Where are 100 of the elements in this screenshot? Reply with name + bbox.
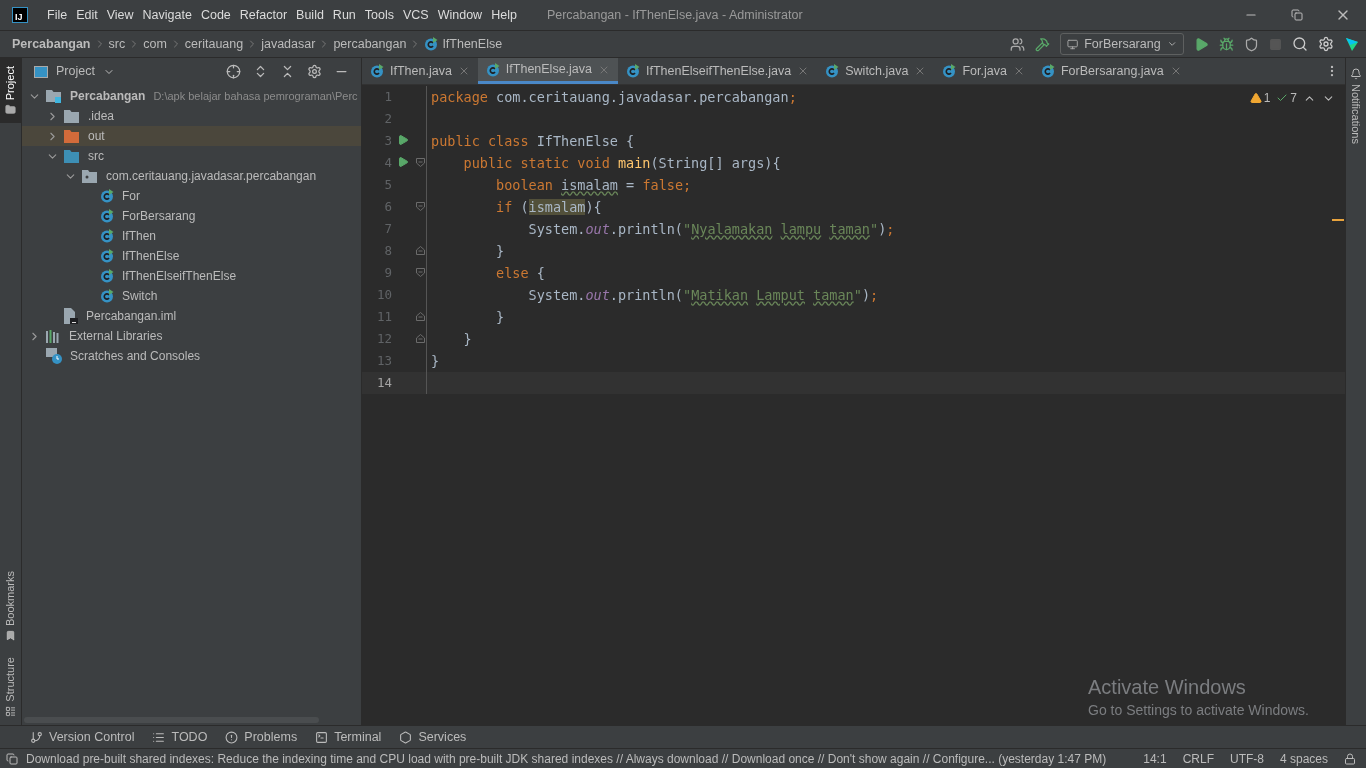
class-icon — [100, 289, 114, 303]
class-icon — [370, 64, 384, 78]
line-separator[interactable]: CRLF — [1182, 749, 1214, 768]
list-icon — [152, 730, 166, 744]
line-number: 14 — [375, 373, 392, 392]
breadcrumb[interactable]: Percabangan — [12, 34, 91, 54]
class-icon — [626, 64, 640, 78]
tree-item[interactable]: For — [22, 186, 361, 206]
tree-item[interactable]: IfThenElse — [22, 246, 361, 266]
terminal-icon — [315, 730, 329, 744]
activation-title: Activate Windows — [1088, 675, 1247, 700]
users-icon[interactable] — [1010, 36, 1025, 52]
menu-item[interactable]: Edit — [72, 5, 102, 25]
settings-icon[interactable] — [307, 64, 322, 79]
menu-item[interactable]: Tools — [360, 5, 398, 25]
menu-item[interactable]: View — [102, 5, 138, 25]
menu-item[interactable]: Code — [196, 5, 235, 25]
tree-item[interactable]: Percabangan D:\apk belajar bahasa pemrograman\Perc — [22, 86, 361, 106]
bell-icon[interactable] — [1350, 68, 1362, 80]
project-view-dropdown[interactable]: Project — [56, 62, 115, 81]
status-message[interactable]: Download pre-built shared indexes: Reduce the indexing time and CPU load with pre-built JDK shared indexes // Always download // Download once // Don't show again // Configure... (yesterday 1:47 PM) — [26, 749, 1107, 768]
code-line: boolean ismalam = false; — [495, 175, 692, 195]
fold-icon[interactable] — [415, 268, 425, 277]
fold-end-icon[interactable] — [415, 334, 425, 343]
locate-icon[interactable] — [226, 64, 241, 79]
menu-item[interactable]: File — [43, 5, 72, 25]
tree-item[interactable]: External Libraries — [22, 326, 361, 346]
editor-tab[interactable]: ForBersarang.java — [1032, 58, 1190, 84]
editor-tab[interactable]: IfThen.java — [362, 58, 478, 84]
tool-window-button[interactable]: TODO — [152, 727, 208, 747]
code-line: System.out.println("Nyalamakan lampu taman"); — [527, 219, 895, 239]
encoding[interactable]: UTF-8 — [1229, 749, 1264, 768]
editor-tab[interactable]: IfThenElseifThenElse.java — [618, 58, 818, 84]
tree-item[interactable]: IfThenElseifThenElse — [22, 266, 361, 286]
tool-window-tab[interactable]: Bookmarks — [0, 563, 21, 650]
menu-item[interactable]: Help — [487, 5, 521, 25]
lock-icon[interactable] — [1344, 752, 1356, 765]
run-icon[interactable] — [1194, 36, 1209, 52]
line-number: 2 — [383, 109, 392, 128]
alert-icon — [225, 730, 239, 744]
fold-end-icon[interactable] — [415, 312, 425, 321]
menu-item[interactable]: Navigate — [138, 5, 196, 25]
build-icon[interactable] — [1035, 36, 1050, 52]
caret-position[interactable]: 14:1 — [1143, 749, 1167, 768]
menu-item[interactable]: Refactor — [235, 5, 292, 25]
debug-icon[interactable] — [1219, 36, 1234, 52]
app-logo: IJ — [12, 7, 28, 23]
editor-tab[interactable]: For.java — [934, 58, 1033, 84]
warning-count[interactable]: 1 — [1249, 89, 1271, 107]
fold-icon[interactable] — [415, 202, 425, 211]
breadcrumb[interactable]: IfThenElse — [424, 34, 503, 54]
class-icon — [942, 64, 957, 78]
tree-item[interactable]: com.ceritauang.javadasar.percabangan — [22, 166, 361, 186]
tool-window-tab[interactable]: Project — [0, 58, 21, 124]
breadcrumb[interactable]: com — [143, 34, 167, 54]
breadcrumb[interactable]: ceritauang — [184, 34, 244, 54]
editor-tab[interactable]: Switch.java — [817, 58, 935, 84]
folder-icon — [64, 149, 80, 163]
tool-window-tab[interactable]: Structure — [0, 649, 21, 725]
breadcrumb[interactable]: src — [108, 34, 126, 54]
tree-item[interactable]: Switch — [22, 286, 361, 306]
tool-window-button[interactable]: Problems — [225, 727, 298, 747]
line-number: 6 — [383, 197, 392, 216]
editor-tab[interactable]: IfThenElse.java — [477, 58, 618, 84]
code-line: System.out.println("Matikan Lamput taman"); — [527, 285, 879, 305]
tree-item[interactable]: .idea — [22, 106, 361, 126]
structure-icon — [5, 706, 16, 717]
run-gutter-icon[interactable] — [397, 134, 409, 146]
menu-item[interactable]: Window — [433, 5, 487, 25]
search-icon[interactable] — [1292, 36, 1308, 52]
line-number: 1 — [383, 87, 392, 106]
breadcrumb[interactable]: percabangan — [333, 34, 407, 54]
tree-item[interactable]: out — [22, 126, 361, 146]
file-icon — [64, 308, 78, 324]
check-icon — [1276, 92, 1289, 104]
line-number: 13 — [375, 351, 392, 370]
class-icon — [825, 64, 840, 78]
tree-item[interactable]: Scratches and Consoles — [22, 346, 361, 366]
tool-window-button[interactable]: Services — [399, 727, 467, 747]
breadcrumb[interactable]: javadasar — [261, 34, 316, 54]
tool-window-button[interactable]: Version Control — [30, 727, 135, 747]
line-number: 12 — [375, 329, 392, 348]
check-count[interactable]: 7 — [1276, 89, 1297, 107]
tree-item[interactable]: Percabangan.iml — [22, 306, 361, 326]
fold-end-icon[interactable] — [415, 246, 425, 255]
branch-icon — [30, 730, 43, 744]
tool-window-tab[interactable]: Notifications — [1347, 84, 1365, 144]
run-config-dropdown[interactable]: ForBersarang — [1060, 33, 1184, 55]
tree-item[interactable]: src — [22, 146, 361, 166]
menu-item[interactable]: Build — [292, 5, 328, 25]
menu-item[interactable]: Run — [328, 5, 360, 25]
tree-item[interactable]: IfThen — [22, 226, 361, 246]
tree-item[interactable]: ForBersarang — [22, 206, 361, 226]
run-gutter-icon[interactable] — [397, 156, 409, 168]
indent-setting[interactable]: 4 spaces — [1279, 749, 1328, 768]
tool-window-button[interactable]: Terminal — [315, 727, 382, 747]
fold-icon[interactable] — [415, 158, 425, 167]
hexagon-icon — [399, 730, 413, 744]
settings-icon[interactable] — [1318, 36, 1334, 52]
menu-item[interactable]: VCS — [399, 5, 433, 25]
